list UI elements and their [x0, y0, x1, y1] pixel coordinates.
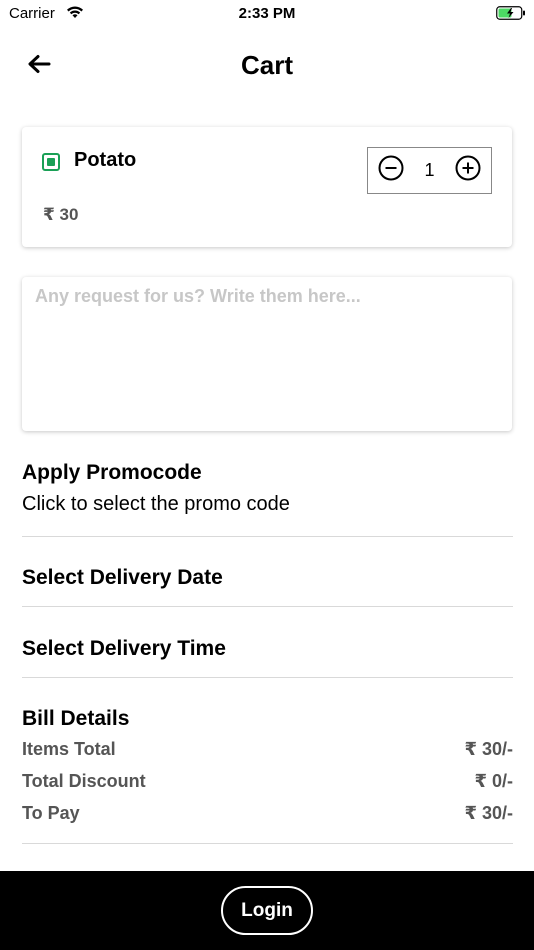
status-time: 2:33 PM: [238, 5, 296, 22]
plus-circle-icon: [455, 155, 481, 186]
bill-details: Bill Details Items Total ₹ 30/- Total Di…: [22, 707, 513, 829]
delivery-date-label: Select Delivery Date: [22, 566, 223, 589]
item-name: Potato: [74, 149, 137, 171]
bill-label: Items Total: [22, 738, 116, 759]
divider: [22, 606, 513, 607]
promo-section[interactable]: Apply Promocode Click to select the prom…: [22, 461, 513, 516]
delivery-time-label: Select Delivery Time: [22, 637, 226, 660]
request-box: [22, 277, 512, 431]
battery-charging-icon: [496, 6, 526, 20]
page-title: Cart: [240, 50, 293, 80]
bill-label: To Pay: [22, 802, 80, 823]
divider: [22, 536, 513, 537]
quantity-value: 1: [424, 160, 435, 180]
request-input[interactable]: [35, 286, 499, 422]
bill-value: ₹ 30/-: [464, 802, 513, 823]
bill-row-items-total: Items Total ₹ 30/-: [22, 733, 513, 765]
increment-button[interactable]: [455, 155, 481, 186]
bottom-bar: Login: [0, 871, 534, 950]
bill-value: ₹ 0/-: [474, 770, 513, 791]
veg-indicator-icon: [42, 153, 60, 171]
bill-value: ₹ 30/-: [464, 738, 513, 759]
login-button[interactable]: Login: [221, 886, 313, 935]
decrement-button[interactable]: [378, 155, 404, 186]
bill-title: Bill Details: [22, 707, 130, 730]
bill-row-to-pay: To Pay ₹ 30/-: [22, 797, 513, 829]
status-bar: Carrier 2:33 PM: [0, 0, 534, 28]
delivery-time-selector[interactable]: Select Delivery Time: [22, 637, 513, 661]
bill-label: Total Discount: [22, 770, 146, 791]
header: Cart: [0, 40, 534, 92]
minus-circle-icon: [378, 155, 404, 186]
bill-row-total-discount: Total Discount ₹ 0/-: [22, 765, 513, 797]
item-price: ₹ 30: [43, 205, 79, 224]
cart-item-card: Potato ₹ 30 1: [22, 127, 512, 247]
divider: [22, 677, 513, 678]
promo-subtitle[interactable]: Click to select the promo code: [22, 493, 513, 516]
promo-title: Apply Promocode: [22, 461, 202, 484]
divider: [22, 843, 513, 844]
quantity-stepper: 1: [367, 147, 492, 194]
delivery-date-selector[interactable]: Select Delivery Date: [22, 566, 513, 590]
